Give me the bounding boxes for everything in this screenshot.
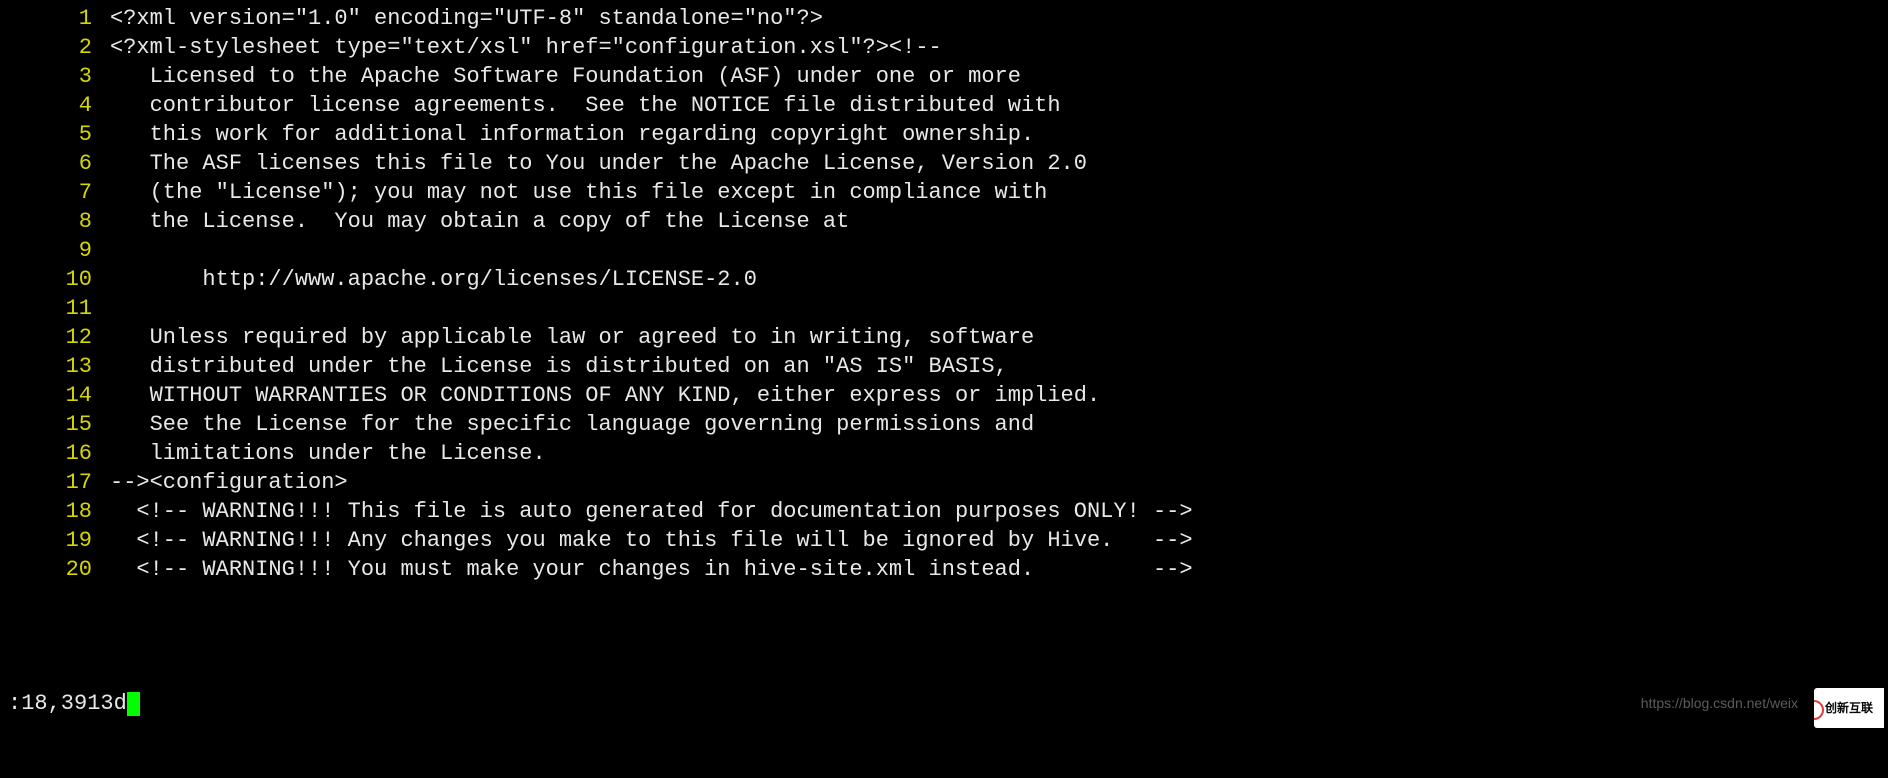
vim-command-line[interactable]: :18,3913d <box>8 689 140 718</box>
code-line[interactable]: 2<?xml-stylesheet type="text/xsl" href="… <box>0 33 1888 62</box>
line-content: <?xml-stylesheet type="text/xsl" href="c… <box>110 33 942 62</box>
line-content: <?xml version="1.0" encoding="UTF-8" sta… <box>110 4 823 33</box>
code-line[interactable]: 11 <box>0 294 1888 323</box>
code-line[interactable]: 19 <!-- WARNING!!! Any changes you make … <box>0 526 1888 555</box>
watermark-url: https://blog.csdn.net/weix <box>1641 689 1798 718</box>
line-number: 6 <box>0 149 110 178</box>
line-number: 3 <box>0 62 110 91</box>
code-line[interactable]: 13 distributed under the License is dist… <box>0 352 1888 381</box>
line-content: this work for additional information reg… <box>110 120 1034 149</box>
code-line[interactable]: 9 <box>0 236 1888 265</box>
code-line[interactable]: 6 The ASF licenses this file to You unde… <box>0 149 1888 178</box>
line-number: 11 <box>0 294 110 323</box>
line-content: http://www.apache.org/licenses/LICENSE-2… <box>110 265 757 294</box>
code-line[interactable]: 10 http://www.apache.org/licenses/LICENS… <box>0 265 1888 294</box>
line-content: <!-- WARNING!!! This file is auto genera… <box>110 497 1193 526</box>
code-line[interactable]: 14 WITHOUT WARRANTIES OR CONDITIONS OF A… <box>0 381 1888 410</box>
line-number: 8 <box>0 207 110 236</box>
line-content: distributed under the License is distrib… <box>110 352 1008 381</box>
line-content: contributor license agreements. See the … <box>110 91 1061 120</box>
line-number: 20 <box>0 555 110 584</box>
code-line[interactable]: 17--><configuration> <box>0 468 1888 497</box>
line-content: The ASF licenses this file to You under … <box>110 149 1087 178</box>
line-content: --><configuration> <box>110 468 348 497</box>
code-line[interactable]: 16 limitations under the License. <box>0 439 1888 468</box>
code-area[interactable]: 1<?xml version="1.0" encoding="UTF-8" st… <box>0 4 1888 584</box>
line-content: Unless required by applicable law or agr… <box>110 323 1034 352</box>
code-line[interactable]: 7 (the "License"); you may not use this … <box>0 178 1888 207</box>
code-line[interactable]: 12 Unless required by applicable law or … <box>0 323 1888 352</box>
line-content: <!-- WARNING!!! Any changes you make to … <box>110 526 1193 555</box>
line-content: WITHOUT WARRANTIES OR CONDITIONS OF ANY … <box>110 381 1100 410</box>
code-line[interactable]: 18 <!-- WARNING!!! This file is auto gen… <box>0 497 1888 526</box>
code-line[interactable]: 20 <!-- WARNING!!! You must make your ch… <box>0 555 1888 584</box>
cursor-block <box>127 692 140 716</box>
line-number: 15 <box>0 410 110 439</box>
line-content: limitations under the License. <box>110 439 546 468</box>
line-number: 16 <box>0 439 110 468</box>
line-content: (the "License"); you may not use this fi… <box>110 178 1047 207</box>
code-line[interactable]: 4 contributor license agreements. See th… <box>0 91 1888 120</box>
line-number: 18 <box>0 497 110 526</box>
code-line[interactable]: 3 Licensed to the Apache Software Founda… <box>0 62 1888 91</box>
line-number: 1 <box>0 4 110 33</box>
line-number: 14 <box>0 381 110 410</box>
line-number: 2 <box>0 33 110 62</box>
watermark-logo-text: 创新互联 <box>1825 694 1873 723</box>
line-number: 10 <box>0 265 110 294</box>
line-number: 12 <box>0 323 110 352</box>
code-line[interactable]: 1<?xml version="1.0" encoding="UTF-8" st… <box>0 4 1888 33</box>
code-line[interactable]: 15 See the License for the specific lang… <box>0 410 1888 439</box>
line-number: 4 <box>0 91 110 120</box>
line-number: 5 <box>0 120 110 149</box>
watermark-logo: 创新互联 <box>1814 688 1884 728</box>
terminal-editor[interactable]: 1<?xml version="1.0" encoding="UTF-8" st… <box>0 0 1888 778</box>
line-content: the License. You may obtain a copy of th… <box>110 207 849 236</box>
command-text: :18,3913d <box>8 689 127 718</box>
line-content: Licensed to the Apache Software Foundati… <box>110 62 1021 91</box>
code-line[interactable]: 8 the License. You may obtain a copy of … <box>0 207 1888 236</box>
code-line[interactable]: 5 this work for additional information r… <box>0 120 1888 149</box>
line-content: <!-- WARNING!!! You must make your chang… <box>110 555 1193 584</box>
line-number: 7 <box>0 178 110 207</box>
line-content: See the License for the specific languag… <box>110 410 1034 439</box>
line-number: 17 <box>0 468 110 497</box>
line-number: 19 <box>0 526 110 555</box>
line-number: 13 <box>0 352 110 381</box>
line-number: 9 <box>0 236 110 265</box>
